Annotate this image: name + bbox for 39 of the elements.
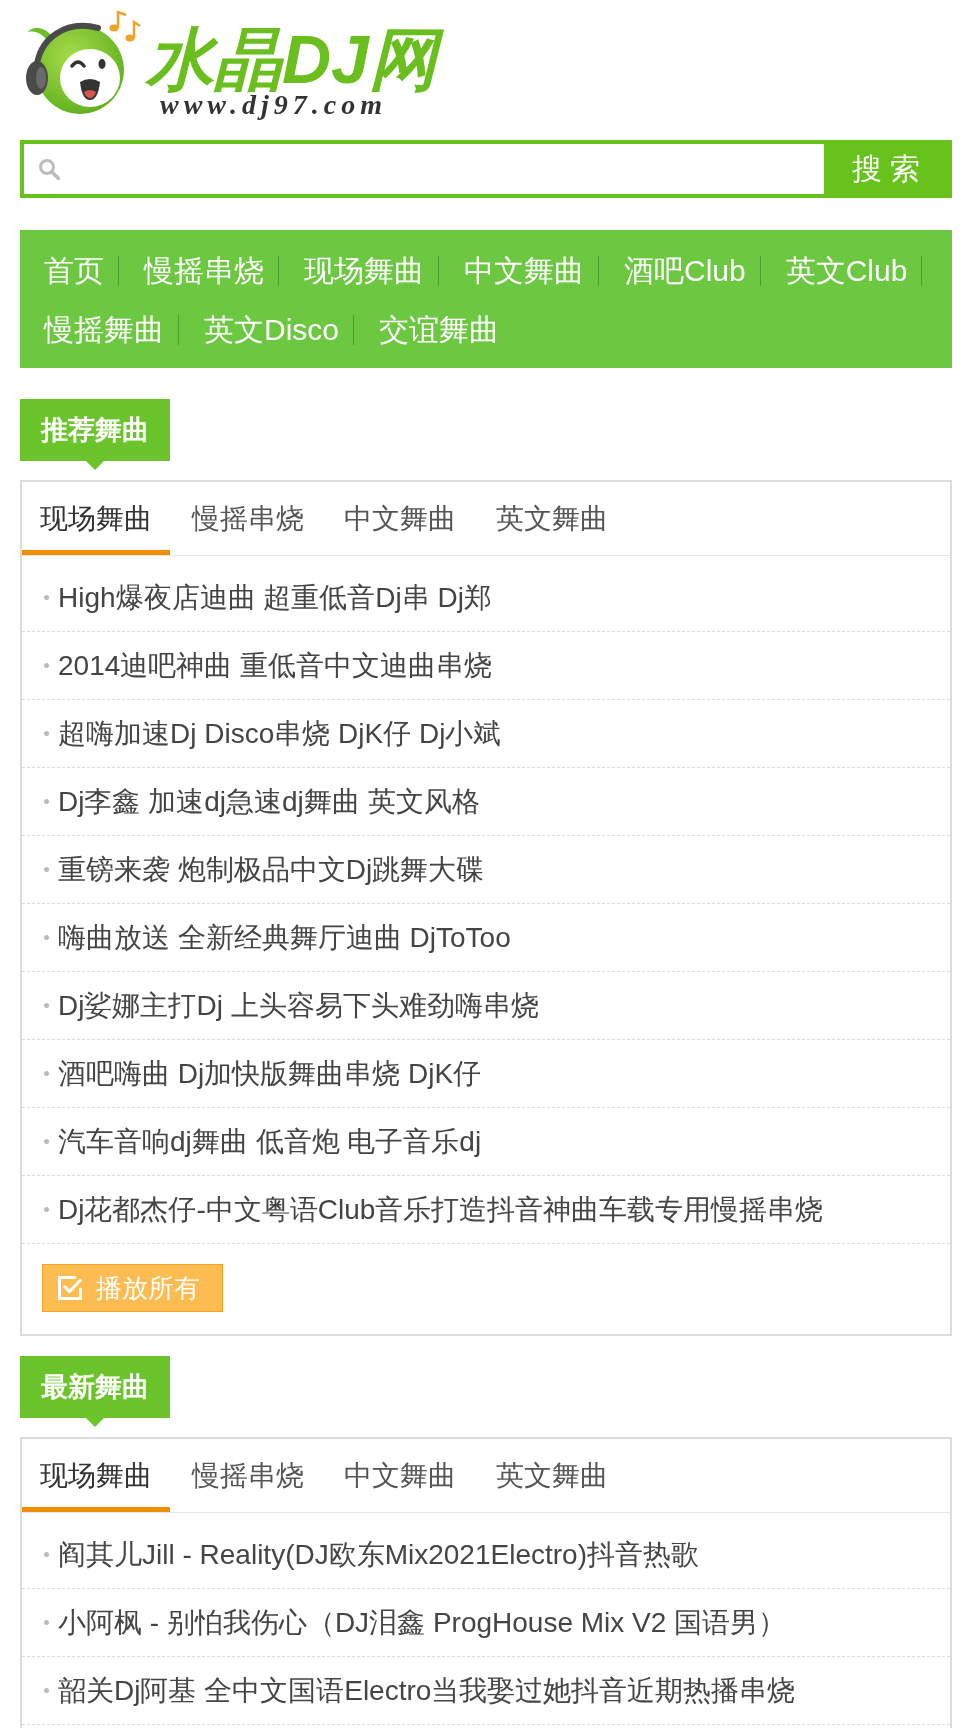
- song-link[interactable]: Dj娑娜主打Dj 上头容易下头难劲嗨串烧: [22, 972, 950, 1040]
- section-title: 最新舞曲: [20, 1356, 170, 1427]
- bullet-icon: [44, 1207, 49, 1212]
- tab[interactable]: 现场舞曲: [22, 482, 170, 555]
- song-link[interactable]: 酒吧嗨曲 Dj加快版舞曲串烧 DjK仔: [22, 1040, 950, 1108]
- tab[interactable]: 中文舞曲: [326, 1439, 474, 1512]
- bullet-icon: [44, 663, 49, 668]
- bullet-icon: [44, 935, 49, 940]
- search-icon: [38, 158, 60, 180]
- tab[interactable]: 英文舞曲: [478, 1439, 626, 1512]
- tab[interactable]: 英文舞曲: [478, 482, 626, 555]
- bullet-icon: [44, 1071, 49, 1076]
- song-link[interactable]: 2014迪吧神曲 重低音中文迪曲串烧: [22, 632, 950, 700]
- bullet-icon: [44, 595, 49, 600]
- song-link[interactable]: Dj花都杰仔-中文粤语Club音乐打造抖音神曲车载专用慢摇串烧: [22, 1176, 950, 1244]
- bullet-icon: [44, 1139, 49, 1144]
- song-link[interactable]: 重镑来袭 炮制极品中文Dj跳舞大碟: [22, 836, 950, 904]
- bullet-icon: [44, 1552, 49, 1557]
- song-link[interactable]: High爆夜店迪曲 超重低音Dj串 Dj郑: [22, 564, 950, 632]
- bullet-icon: [44, 1620, 49, 1625]
- section-title: 推荐舞曲: [20, 399, 170, 470]
- song-link[interactable]: 阎其儿Jill - Reality(DJ欧东Mix2021Electro)抖音热歌: [22, 1521, 950, 1589]
- tab[interactable]: 现场舞曲: [22, 1439, 170, 1512]
- song-link[interactable]: Dj李鑫 加速dj急速dj舞曲 英文风格: [22, 768, 950, 836]
- song-link[interactable]: 小阿枫 - 别怕我伤心（DJ泪鑫 ProgHouse Mix V2 国语男）: [22, 1589, 950, 1657]
- bullet-icon: [44, 1003, 49, 1008]
- tab[interactable]: 中文舞曲: [326, 482, 474, 555]
- bullet-icon: [44, 799, 49, 804]
- tab[interactable]: 慢摇串烧: [174, 1439, 322, 1512]
- song-link[interactable]: 超嗨加速Dj Disco串烧 DjK仔 Dj小斌: [22, 700, 950, 768]
- song-link[interactable]: 韶关Dj阿基 全中文国语Electro当我娶过她抖音近期热播串烧: [22, 1657, 950, 1725]
- bullet-icon: [44, 731, 49, 736]
- bullet-icon: [44, 867, 49, 872]
- bullet-icon: [44, 1688, 49, 1693]
- song-link[interactable]: 嗨曲放送 全新经典舞厅迪曲 DjToToo: [22, 904, 950, 972]
- checkbox-icon: [57, 1275, 83, 1301]
- tab[interactable]: 慢摇串烧: [174, 482, 322, 555]
- song-link[interactable]: 汽车音响dj舞曲 低音炮 电子音乐dj: [22, 1108, 950, 1176]
- search-field[interactable]: [24, 144, 824, 194]
